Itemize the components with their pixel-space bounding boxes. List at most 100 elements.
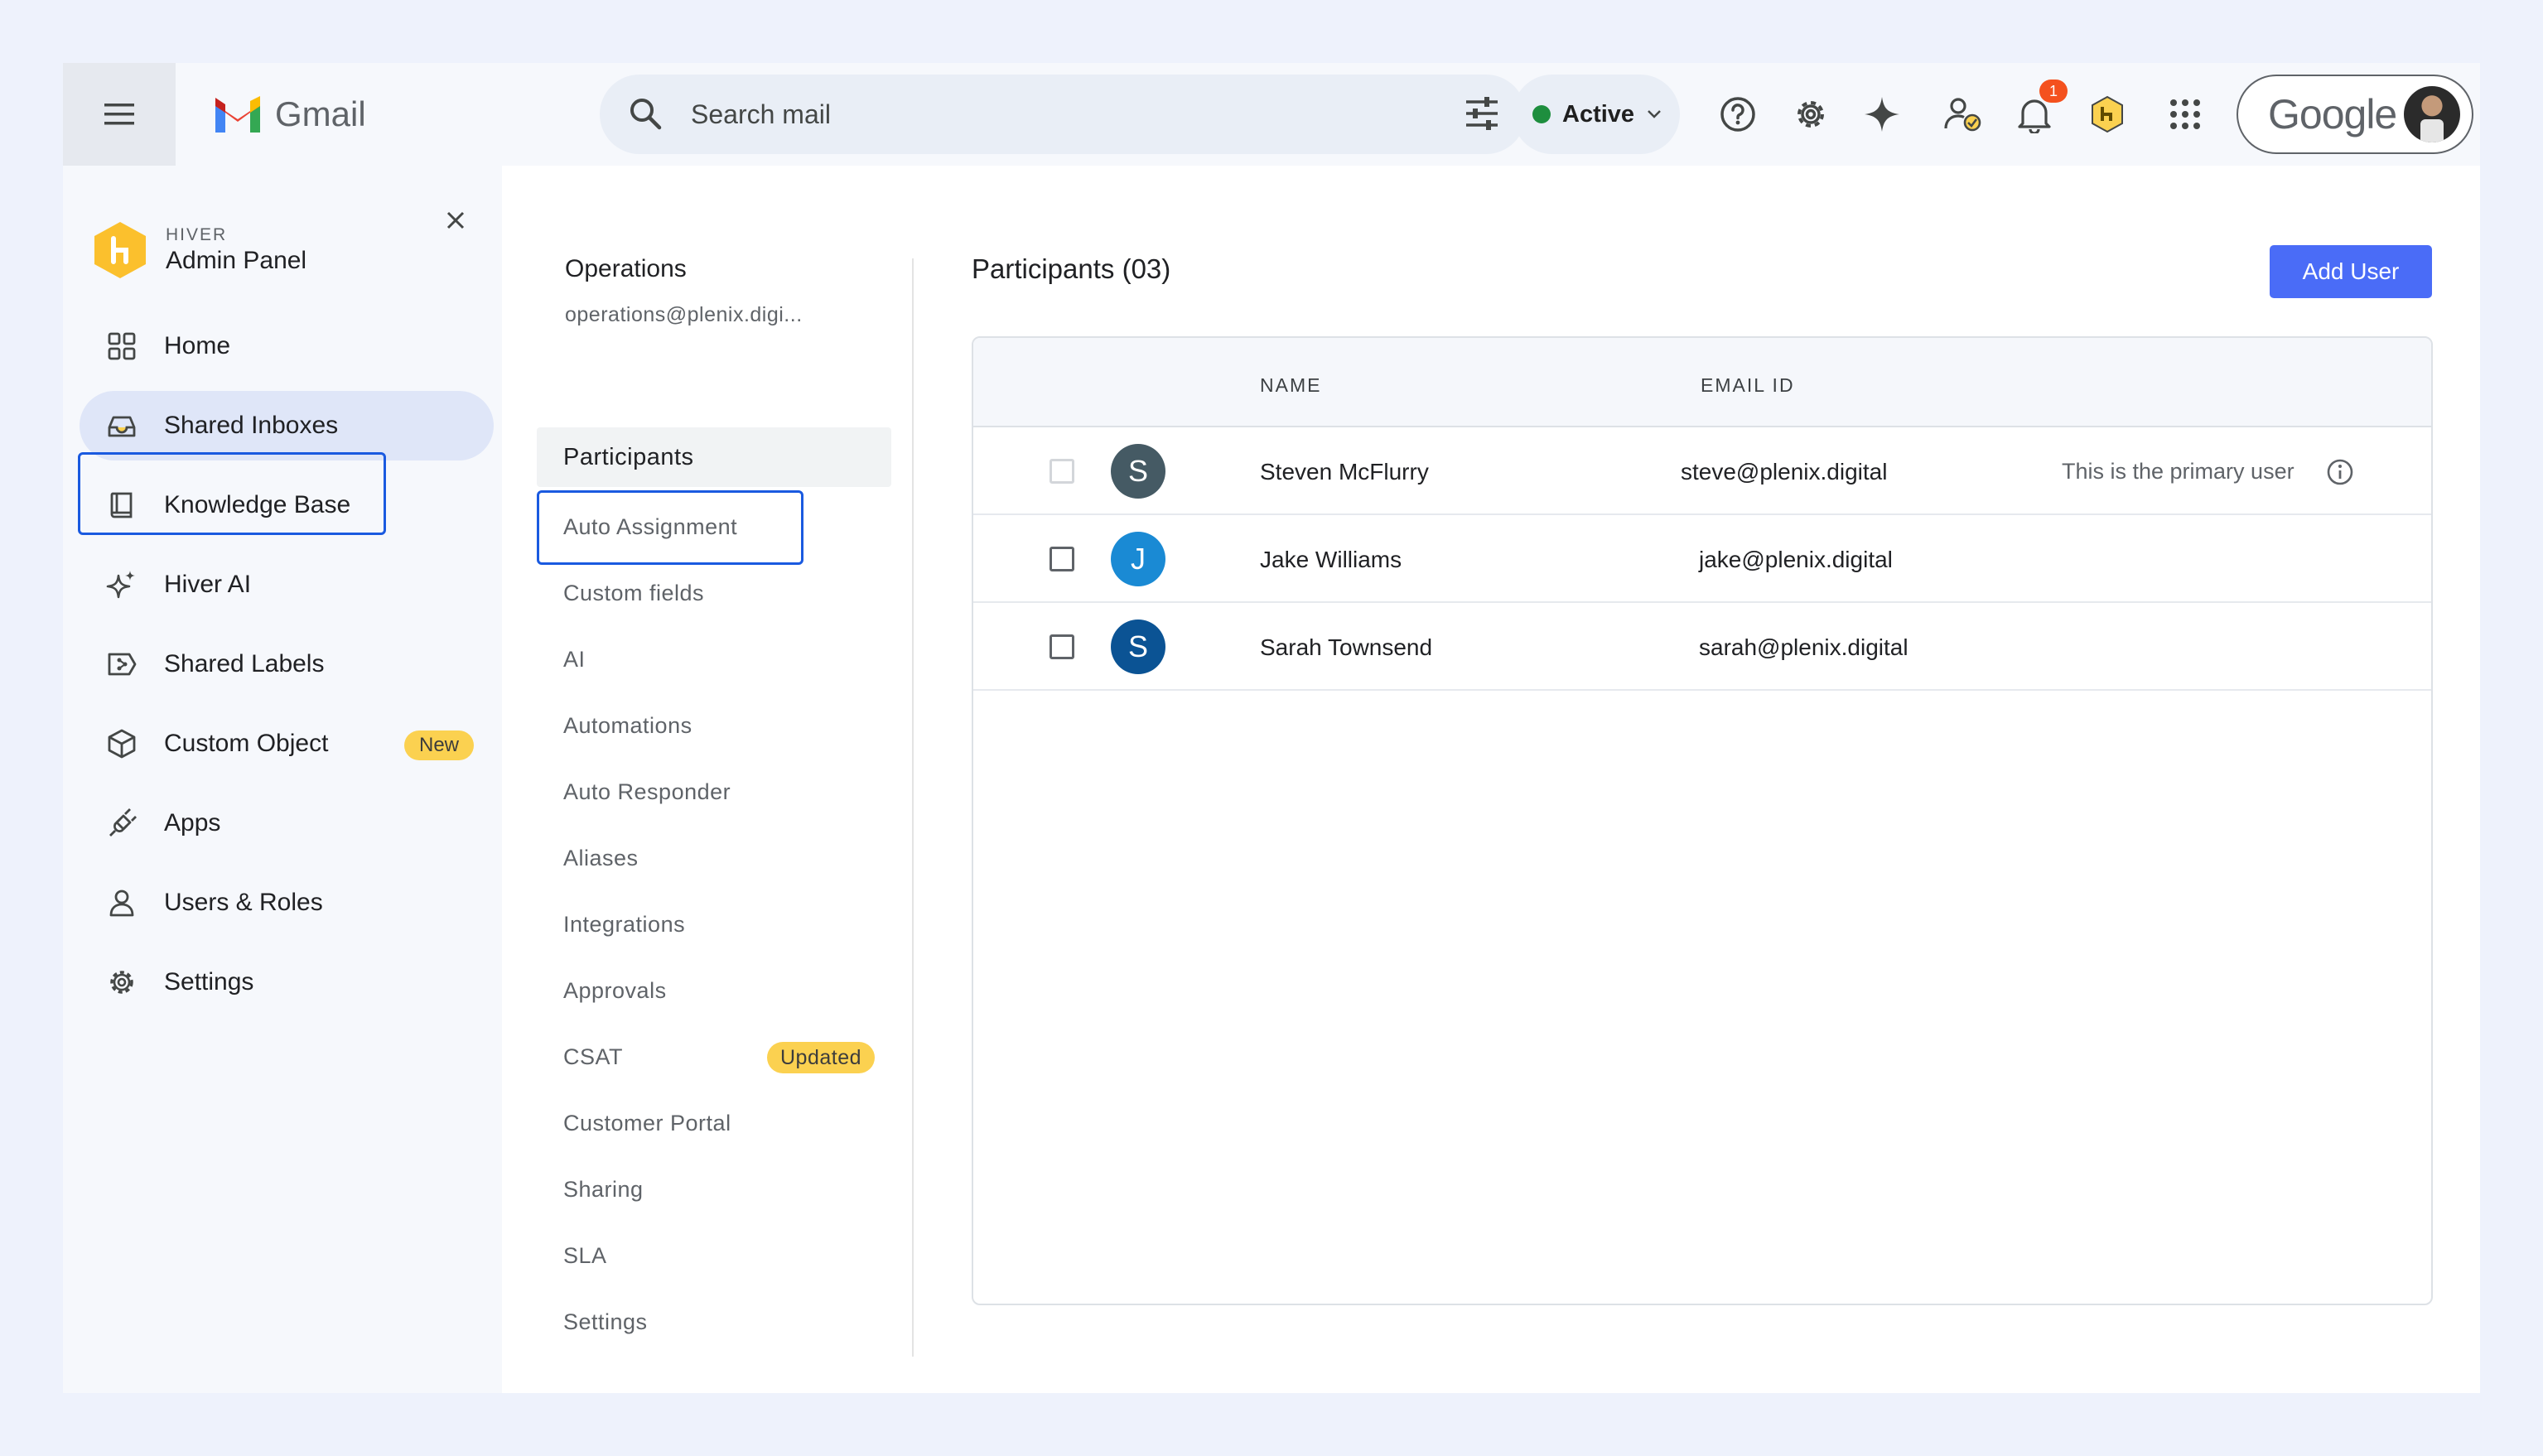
row-checkbox[interactable] bbox=[1050, 634, 1074, 659]
grid-icon bbox=[104, 329, 139, 364]
subnav-item-csat[interactable]: CSAT Updated bbox=[537, 1027, 891, 1087]
participants-table: NAME EMAIL ID S Steven McFlurry steve@pl… bbox=[972, 336, 2433, 1305]
subnav-item-sharing[interactable]: Sharing bbox=[537, 1159, 891, 1219]
participant-email: steve@plenix.digital bbox=[1681, 459, 1888, 485]
search-options-icon[interactable] bbox=[1463, 94, 1501, 133]
primary-user-note: This is the primary user bbox=[2062, 459, 2294, 484]
plug-icon bbox=[104, 806, 139, 841]
add-user-button[interactable]: Add User bbox=[2270, 245, 2432, 298]
sidebar-item-settings[interactable]: Settings bbox=[80, 947, 494, 1017]
column-header-email: EMAIL ID bbox=[1701, 374, 1795, 396]
page-title: Participants (03) bbox=[972, 253, 1171, 284]
book-icon bbox=[104, 488, 139, 523]
inbox-email: operations@plenix.digi... bbox=[565, 303, 803, 326]
subnav-item-participants[interactable]: Participants bbox=[537, 427, 891, 487]
participant-name: Steven McFlurry bbox=[1260, 459, 1429, 485]
subnav-item-aliases[interactable]: Aliases bbox=[537, 828, 891, 888]
sidebar-item-label: Knowledge Base bbox=[164, 491, 351, 518]
status-dot bbox=[1532, 105, 1551, 123]
google-wordmark: Google bbox=[2268, 91, 2397, 137]
sidebar-item-home[interactable]: Home bbox=[80, 311, 494, 381]
row-checkbox[interactable] bbox=[1050, 547, 1074, 571]
hiver-brand: HIVER Admin Panel bbox=[91, 220, 306, 280]
table-row: J Jake Williams jake@plenix.digital bbox=[973, 515, 2431, 603]
sidebar-item-shared-inboxes[interactable]: Shared Inboxes bbox=[80, 391, 494, 460]
table-header: NAME EMAIL ID bbox=[973, 338, 2431, 427]
notification-count-badge: 1 bbox=[2039, 80, 2068, 103]
sidebar-item-label: Custom Object bbox=[164, 730, 329, 757]
panel-title: Admin Panel bbox=[166, 247, 307, 274]
participant-email: jake@plenix.digital bbox=[1699, 547, 1893, 572]
sidebar-item-apps[interactable]: Apps bbox=[80, 788, 494, 858]
sidebar-item-knowledge-base[interactable]: Knowledge Base bbox=[80, 470, 494, 540]
subnav-item-settings[interactable]: Settings bbox=[537, 1292, 891, 1352]
status-label: Active bbox=[1562, 100, 1635, 128]
sidebar-item-shared-labels[interactable]: Shared Labels bbox=[80, 629, 494, 699]
inbox-settings-nav: Operations operations@plenix.digi... Par… bbox=[502, 166, 916, 1393]
gear-icon bbox=[104, 965, 139, 1000]
subnav-item-sla[interactable]: SLA bbox=[537, 1226, 891, 1285]
gmail-topbar: Gmail Active bbox=[63, 63, 2480, 166]
participant-name: Jake Williams bbox=[1260, 547, 1402, 572]
main-menu-button[interactable] bbox=[63, 63, 176, 166]
settings-button[interactable] bbox=[1788, 91, 1834, 137]
search-input[interactable] bbox=[691, 89, 1387, 139]
inbox-name: Operations bbox=[565, 255, 687, 282]
search-icon[interactable] bbox=[626, 94, 664, 133]
hamburger-menu-icon bbox=[104, 104, 134, 125]
subnav-item-custom-fields[interactable]: Custom fields bbox=[537, 563, 891, 623]
subnav-item-auto-responder[interactable]: Auto Responder bbox=[537, 762, 891, 822]
person-icon bbox=[104, 885, 139, 920]
sidebar-item-custom-object[interactable]: Custom Object New bbox=[80, 709, 494, 779]
google-account-button[interactable]: Google bbox=[2237, 75, 2473, 154]
apps-grid-icon bbox=[2170, 99, 2200, 129]
cube-icon bbox=[104, 726, 139, 761]
info-icon[interactable] bbox=[2325, 457, 2355, 487]
hiver-extension-button[interactable] bbox=[2084, 91, 2130, 137]
row-checkbox[interactable] bbox=[1050, 459, 1074, 484]
sidebar-item-users-roles[interactable]: Users & Roles bbox=[80, 868, 494, 938]
hiver-logo-icon bbox=[94, 222, 146, 278]
chevron-down-icon bbox=[1648, 110, 1661, 118]
sidebar-item-label: Users & Roles bbox=[164, 889, 323, 916]
sparkle-icon bbox=[104, 567, 139, 602]
help-button[interactable] bbox=[1715, 91, 1761, 137]
column-header-name: NAME bbox=[1260, 374, 1322, 396]
close-panel-button[interactable] bbox=[439, 204, 472, 237]
subnav-item-automations[interactable]: Automations bbox=[537, 696, 891, 755]
gmail-wordmark: Gmail bbox=[275, 94, 366, 133]
sidebar-item-hiver-ai[interactable]: Hiver AI bbox=[80, 550, 494, 620]
subnav-item-integrations[interactable]: Integrations bbox=[537, 894, 891, 954]
help-icon bbox=[1720, 97, 1755, 132]
gmail-m-icon bbox=[215, 96, 260, 133]
gemini-button[interactable] bbox=[1859, 91, 1905, 137]
avatar: J bbox=[1111, 532, 1165, 586]
subnav-item-customer-portal[interactable]: Customer Portal bbox=[537, 1093, 891, 1153]
apps-launcher-button[interactable] bbox=[2162, 91, 2208, 137]
sidebar-item-label: Home bbox=[164, 332, 231, 359]
hiver-sidebar: HIVER Admin Panel Home Shared Inboxes Kn… bbox=[63, 166, 502, 1393]
status-dropdown[interactable]: Active bbox=[1513, 75, 1680, 154]
subnav-item-ai[interactable]: AI bbox=[537, 629, 891, 689]
avatar: S bbox=[1111, 444, 1165, 499]
brand-name: HIVER bbox=[166, 225, 228, 244]
subnav-item-approvals[interactable]: Approvals bbox=[537, 961, 891, 1020]
sidebar-item-label: Shared Inboxes bbox=[164, 412, 339, 439]
hiver-status-button[interactable] bbox=[1940, 91, 1986, 137]
participant-email: sarah@plenix.digital bbox=[1699, 634, 1908, 660]
table-row: S Steven McFlurry steve@plenix.digital T… bbox=[973, 427, 2431, 515]
sidebar-item-label: Settings bbox=[164, 968, 254, 996]
app-frame: Gmail Active bbox=[63, 63, 2480, 1393]
gemini-sparkle-icon bbox=[1865, 97, 1899, 132]
hiver-logo-icon bbox=[2092, 95, 2123, 133]
sidebar-item-label: Hiver AI bbox=[164, 571, 252, 598]
subnav-item-label: CSAT bbox=[563, 1044, 624, 1069]
close-icon bbox=[446, 211, 465, 229]
gmail-logo[interactable]: Gmail bbox=[212, 89, 366, 139]
label-icon bbox=[104, 647, 139, 682]
section-divider bbox=[912, 258, 914, 1357]
participant-name: Sarah Townsend bbox=[1260, 634, 1433, 660]
avatar: S bbox=[1111, 620, 1165, 674]
subnav-item-auto-assignment[interactable]: Auto Assignment bbox=[537, 497, 891, 557]
account-avatar bbox=[2404, 86, 2460, 142]
